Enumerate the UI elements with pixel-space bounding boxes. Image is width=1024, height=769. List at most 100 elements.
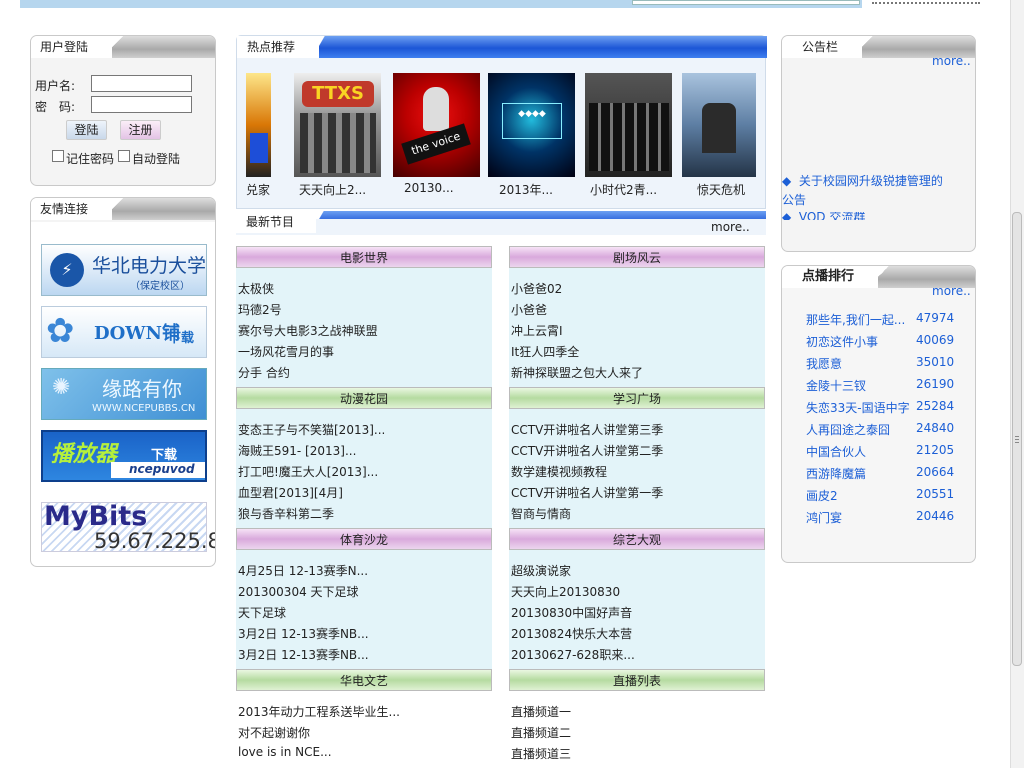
ncepu-link-banner[interactable]: ⚡ 华北电力大学 （保定校区） — [41, 244, 207, 296]
poster-caption[interactable]: 天天向上2... — [299, 181, 366, 198]
section-item-link[interactable]: CCTV开讲啦名人讲堂第二季 — [511, 442, 663, 459]
player-name: ncepuvod — [129, 462, 195, 476]
down-link-banner[interactable]: ✿ DOWN铺 下载 — [41, 306, 207, 358]
bbs-url: WWW.NCEPUBBS.CN — [92, 403, 196, 414]
section-title[interactable]: 电影世界 — [236, 246, 492, 268]
section-item-link[interactable]: 狼与香辛料第二季 — [238, 505, 334, 522]
section-item-link[interactable]: 冲上云霄I — [511, 322, 563, 339]
notice-more-link[interactable]: more.. — [932, 54, 971, 68]
section-item-link[interactable]: 天下足球 — [238, 604, 286, 621]
section-title[interactable]: 动漫花园 — [236, 387, 492, 409]
section-item-link[interactable]: 血型君[2013][4月] — [238, 484, 343, 501]
section-item-link[interactable]: 太极侠 — [238, 280, 274, 297]
section-item-link[interactable]: 一场风花雪月的事 — [238, 343, 334, 360]
section-title[interactable]: 综艺大观 — [509, 528, 765, 550]
section-item-link[interactable]: 直播频道二 — [511, 724, 571, 741]
bbs-link-banner[interactable]: ✺ 缘路有你 WWW.NCEPUBBS.CN — [41, 368, 207, 420]
remember-password-checkbox[interactable] — [52, 150, 64, 162]
section-title[interactable]: 体育沙龙 — [236, 528, 492, 550]
section-item-link[interactable]: 20130830中国好声音 — [511, 604, 632, 621]
section-item-link[interactable]: 赛尔号大电影3之战神联盟 — [238, 322, 378, 339]
login-button[interactable]: 登陆 — [66, 120, 107, 140]
section-item-link[interactable]: 分手 合约 — [238, 364, 290, 381]
section-item-link[interactable]: 智商与情商 — [511, 505, 571, 522]
username-input[interactable] — [91, 75, 192, 92]
section-item-link[interactable]: 天天向上20130830 — [511, 583, 620, 600]
poster-1[interactable] — [246, 73, 271, 177]
section-title[interactable]: 华电文艺 — [236, 669, 492, 691]
notice-item[interactable]: ◆ VOD 交流群 — [782, 212, 952, 220]
poster-6[interactable] — [682, 73, 756, 177]
latest-more-link[interactable]: more.. — [711, 220, 750, 234]
section-item-link[interactable]: 小爸爸 — [511, 301, 547, 318]
player-text: 播放器 — [51, 442, 118, 467]
ranking-more-link[interactable]: more.. — [932, 284, 971, 298]
ranking-item-name[interactable]: 金陵十三钗 — [806, 377, 866, 394]
mybits-link-banner[interactable]: MyBits 59.67.225.8 — [41, 501, 215, 553]
register-button[interactable]: 注册 — [120, 120, 161, 140]
poster-4[interactable]: ◆◆◆◆ — [488, 73, 575, 177]
poster-caption[interactable]: 小时代2青... — [590, 181, 657, 198]
section-item-link[interactable]: 3月2日 12-13赛季NB... — [238, 625, 369, 642]
auto-login-checkbox[interactable] — [118, 150, 130, 162]
poster-2[interactable]: TTXS — [294, 73, 381, 177]
poster-caption[interactable]: 兑家 — [246, 181, 270, 198]
section-item-link[interactable]: 变态王子与不笑猫[2013]... — [238, 421, 385, 438]
poster-caption[interactable]: 20130... — [404, 181, 454, 195]
ranking-item-count: 20551 — [916, 487, 955, 501]
section-title[interactable]: 直播列表 — [509, 669, 765, 691]
section-item-link[interactable]: 玛德2号 — [238, 301, 282, 318]
poster-3[interactable]: the voice — [393, 73, 480, 177]
remember-password-label: 记住密码 — [66, 152, 115, 166]
section-item-link[interactable]: 海贼王591- [2013]... — [238, 442, 356, 459]
section-title[interactable]: 剧场风云 — [509, 246, 765, 268]
section-item-link[interactable]: 20130824快乐大本营 — [511, 625, 632, 642]
section-item-link[interactable]: 3月2日 12-13赛季NB... — [238, 646, 369, 663]
ranking-item-count: 21205 — [916, 443, 955, 457]
ranking-item-name[interactable]: 人再囧途之泰囧 — [806, 421, 890, 438]
poster-caption[interactable]: 2013年... — [499, 181, 553, 198]
section-item-link[interactable]: 4月25日 12-13赛季N... — [238, 562, 368, 579]
poster-2-people — [300, 113, 376, 173]
poster-2-logo: TTXS — [302, 81, 374, 107]
section-item-link[interactable]: 数学建模视频教程 — [511, 463, 607, 480]
mybits-text: MyBits — [44, 501, 148, 532]
section-item-link[interactable]: 直播频道三 — [511, 745, 571, 762]
section-item-link[interactable]: 对不起谢谢你 — [238, 724, 310, 741]
poster-3-hand — [423, 87, 449, 131]
latest-panel: 最新节目 more.. — [236, 211, 766, 235]
section-item-link[interactable]: 小爸爸02 — [511, 280, 562, 297]
ranking-item-name[interactable]: 我愿意 — [806, 355, 842, 372]
ranking-item-name[interactable]: 初恋这件小事 — [806, 333, 878, 350]
section-item-link[interactable]: love is in NCE... — [238, 745, 332, 759]
section-item-link[interactable]: 直播频道一 — [511, 703, 571, 720]
poster-5[interactable] — [585, 73, 672, 177]
section-item-link[interactable]: CCTV开讲啦名人讲堂第三季 — [511, 421, 663, 438]
password-input[interactable] — [91, 96, 192, 113]
section-item-link[interactable]: 新神探联盟之包大人来了 — [511, 364, 643, 381]
section-item-link[interactable]: 2013年动力工程系送毕业生... — [238, 703, 400, 720]
diamond-bullet-icon: ◆ — [782, 174, 799, 188]
ranking-item-name[interactable]: 鸿门宴 — [806, 509, 842, 526]
ranking-item-name[interactable]: 那些年,我们一起... — [806, 311, 905, 328]
section-item-link[interactable]: 打工吧!魔王大人[2013]... — [238, 463, 378, 480]
notice-item-text: 关于校园网升级锐捷管理的公告 — [782, 174, 943, 207]
section-item-link[interactable]: 20130627-628职来... — [511, 646, 635, 663]
section-item-link[interactable]: 201300304 天下足球 — [238, 583, 359, 600]
ranking-item-name[interactable]: 失恋33天-国语中字 — [806, 399, 910, 416]
top-search-box[interactable] — [632, 0, 860, 5]
section-item-link[interactable]: It狂人四季全 — [511, 343, 579, 360]
ranking-item-count: 20446 — [916, 509, 955, 523]
header-slant — [305, 36, 331, 58]
scroll-grip-line — [1015, 442, 1019, 443]
player-link-banner[interactable]: 播放器 下载 ncepuvod — [41, 430, 207, 482]
section-item-link[interactable]: 超级演说家 — [511, 562, 571, 579]
ranking-item-name[interactable]: 西游降魔篇 — [806, 465, 866, 482]
poster-caption[interactable]: 惊天危机 — [697, 181, 745, 198]
section-item-link[interactable]: CCTV开讲啦名人讲堂第一季 — [511, 484, 663, 501]
ranking-item-name[interactable]: 画皮2 — [806, 487, 838, 504]
ranking-item-name[interactable]: 中国合伙人 — [806, 443, 866, 460]
ranking-item-count: 40069 — [916, 333, 955, 347]
notice-item[interactable]: ◆ 关于校园网升级锐捷管理的公告 — [782, 172, 952, 210]
section-title[interactable]: 学习广场 — [509, 387, 765, 409]
